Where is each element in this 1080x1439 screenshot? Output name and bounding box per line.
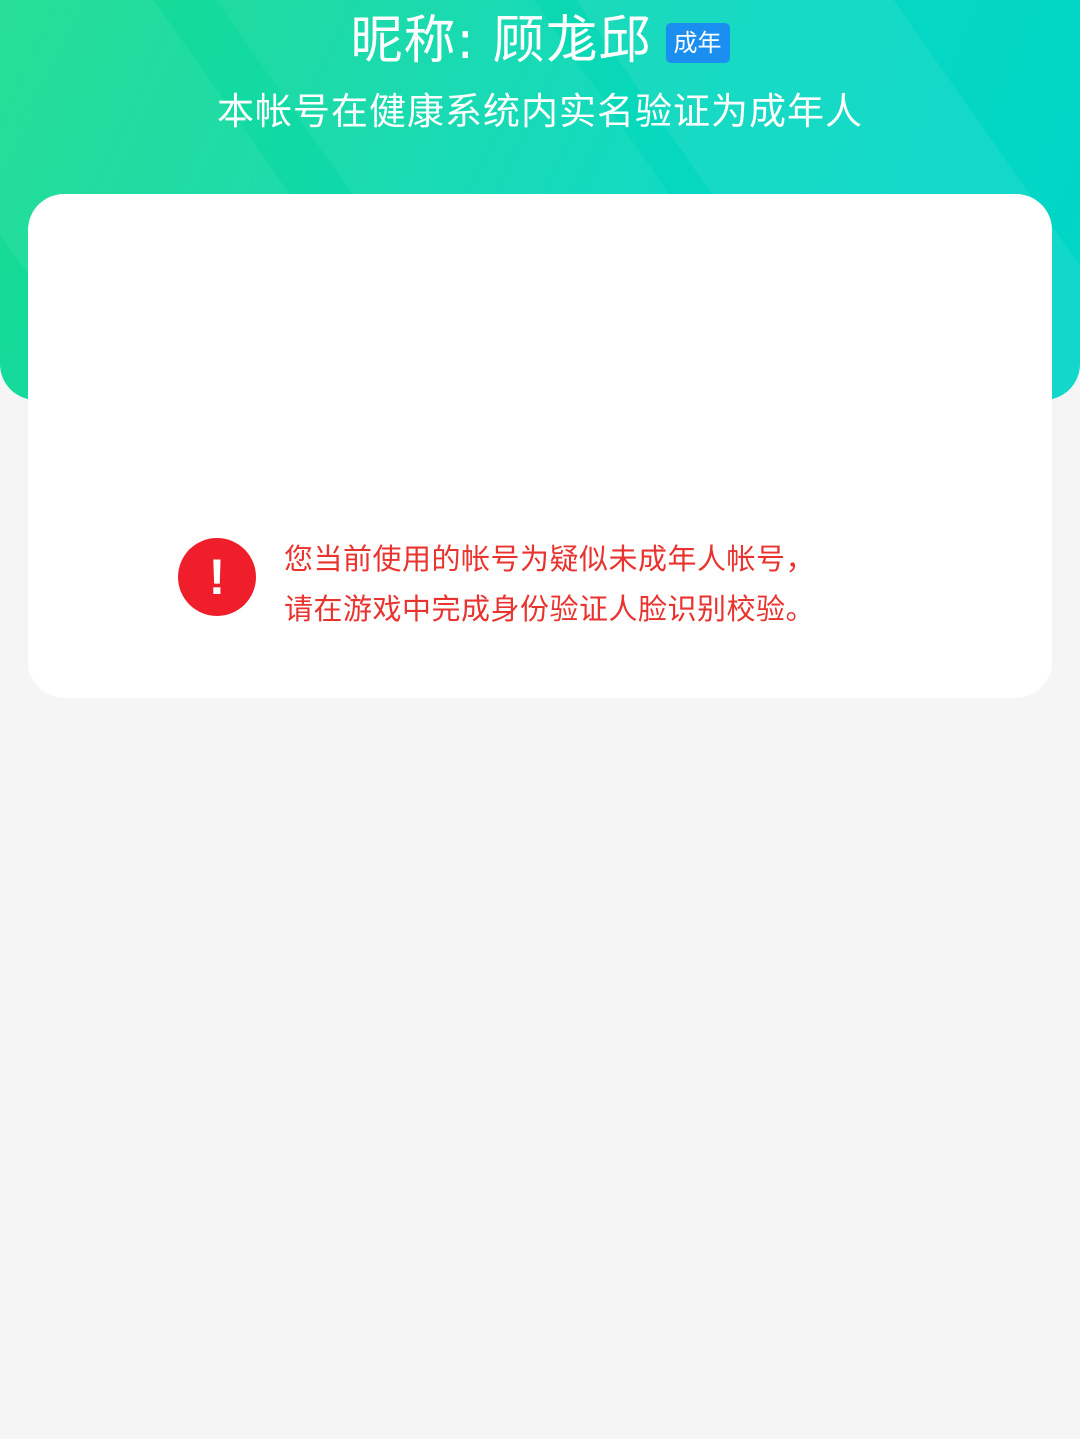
warning-text: 您当前使用的帐号为疑似未成年人帐号， 请在游戏中完成身份验证人脸识别校验。	[284, 534, 904, 634]
warning-notice: ! 您当前使用的帐号为疑似未成年人帐号， 请在游戏中完成身份验证人脸识别校验。	[178, 534, 918, 634]
nickname: 昵称: 顾尨邱	[350, 11, 652, 71]
warning-line-1: 您当前使用的帐号为疑似未成年人帐号，	[284, 542, 816, 576]
exclamation-icon: !	[178, 538, 256, 616]
status-card: ! 您当前使用的帐号为疑似未成年人帐号， 请在游戏中完成身份验证人脸识别校验。	[28, 194, 1052, 698]
adult-badge: 成年	[665, 23, 730, 63]
verification-subtitle: 本帐号在健康系统内实名验证为成年人	[217, 90, 863, 133]
warning-line-2: 请在游戏中完成身份验证人脸识别校验。	[284, 592, 816, 626]
nickname-row: 昵称: 顾尨邱 成年	[0, 6, 1080, 76]
